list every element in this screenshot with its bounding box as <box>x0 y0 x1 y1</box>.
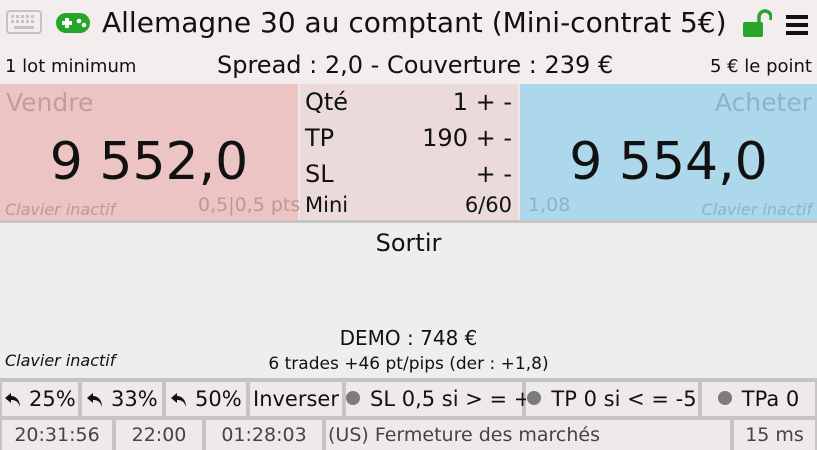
latency: 15 ms <box>734 420 815 450</box>
demo-balance: DEMO : 748 € <box>339 326 478 350</box>
undo-arrow-icon <box>5 393 21 407</box>
point-value: 5 € le point <box>709 56 812 77</box>
exit-label: Sortir <box>375 229 442 257</box>
tp-rule-label: TP 0 si < = -5 <box>551 387 697 411</box>
sell-keyboard-status: Clavier inactif <box>5 200 116 219</box>
buy-label: Acheter <box>714 88 812 117</box>
market-status: (US) Fermeture des marchés <box>326 420 730 450</box>
spread-coverage: Spread : 2,0 - Couverture : 239 € <box>217 51 614 79</box>
exit-keyboard-status: Clavier inactif <box>5 351 116 370</box>
keyboard-icon[interactable] <box>6 10 42 34</box>
sell-price: 9 552,0 <box>49 132 249 192</box>
sl-stepper[interactable]: + - <box>476 158 512 190</box>
buy-ratio: 1,08 <box>528 194 571 216</box>
status-dot-icon <box>527 391 542 405</box>
close-33-label: 33% <box>111 387 158 411</box>
qty-stepper[interactable]: 1 + - <box>453 86 512 118</box>
qty-label: Qté <box>305 88 349 116</box>
close-25-label: 25% <box>29 387 76 411</box>
current-time: 20:31:56 <box>2 420 112 450</box>
instrument-title: Allemagne 30 au comptant (Mini-contrat 5… <box>102 6 727 39</box>
market-close-time: 22:00 <box>116 420 202 450</box>
buy-price: 9 554,0 <box>569 132 768 192</box>
reverse-button[interactable]: Inverser <box>250 382 342 416</box>
close-50-button[interactable]: 50% <box>166 382 246 416</box>
sl-label: SL <box>305 160 334 188</box>
buy-keyboard-status: Clavier inactif <box>701 200 812 219</box>
mini-label: Mini <box>305 193 349 217</box>
close-25-button[interactable]: 25% <box>2 382 78 416</box>
status-dot-icon <box>346 391 360 405</box>
mini-value: 6/60 <box>464 193 512 217</box>
sell-spread-pts: 0,5|0,5 pts <box>198 194 301 216</box>
unlocked-lock-icon[interactable] <box>742 8 772 38</box>
hamburger-menu-icon[interactable] <box>786 14 808 36</box>
undo-arrow-icon <box>87 393 103 407</box>
undo-arrow-icon <box>171 393 187 407</box>
status-dot-icon <box>717 391 732 405</box>
tpa-label: TPa 0 <box>741 387 800 411</box>
tpa-toggle[interactable]: TPa 0 <box>702 382 815 416</box>
gamepad-icon[interactable] <box>55 12 91 34</box>
trades-summary: 6 trades +46 pt/pips (der : +1,8) <box>268 354 549 374</box>
sl-rule-label: SL 0,5 si > = + <box>370 387 532 411</box>
tp-label: TP <box>305 124 335 152</box>
reverse-label: Inverser <box>253 387 339 411</box>
close-countdown: 01:28:03 <box>206 420 322 450</box>
tp-stepper[interactable]: 190 + - <box>422 122 512 154</box>
sell-label: Vendre <box>6 88 94 117</box>
close-33-button[interactable]: 33% <box>82 382 162 416</box>
sl-rule-toggle[interactable]: SL 0,5 si > = + <box>346 382 531 416</box>
close-50-label: 50% <box>195 387 242 411</box>
lot-minimum: 1 lot minimum <box>5 56 137 77</box>
tp-rule-toggle[interactable]: TP 0 si < = -5 <box>526 382 698 416</box>
